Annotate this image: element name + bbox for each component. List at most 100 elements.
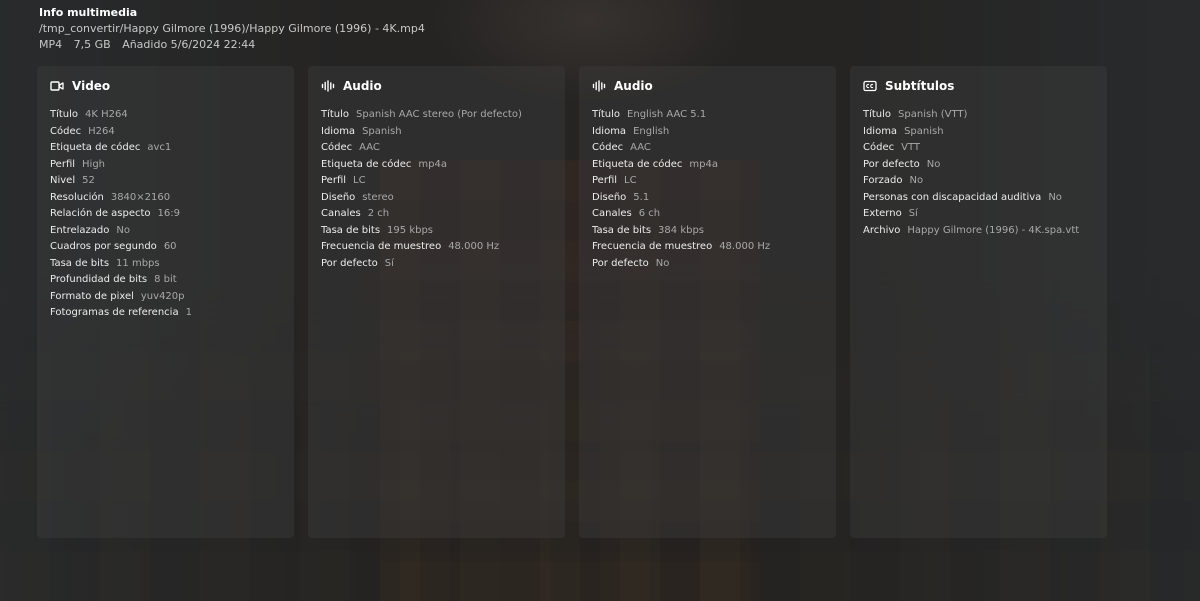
audio-stream-panel: Audio Título English AAC 5.1 Idioma Englis… (579, 66, 836, 538)
property-row: Canales 2 ch (321, 206, 553, 223)
property-value: No (926, 158, 941, 170)
property-label: Idioma (592, 125, 627, 137)
property-row: Relación de aspecto 16:9 (50, 206, 282, 223)
property-value: 48.000 Hz (448, 241, 500, 252)
property-row: Frecuencia de muestreo 48.000 Hz (592, 239, 824, 256)
property-value: Spanish (904, 125, 944, 137)
property-row: Título 4K H264 (50, 107, 282, 124)
date-added: Añadido 5/6/2024 22:44 (122, 38, 256, 51)
file-path: /tmp_convertir/Happy Gilmore (1996)/Happ… (39, 22, 425, 35)
property-label: Relación de aspecto (50, 208, 151, 219)
property-row: Etiqueta de códec mp4a (592, 157, 824, 174)
property-label: Diseño (592, 191, 627, 203)
property-value: 6 ch (638, 208, 661, 219)
property-row: Códec AAC (321, 140, 553, 157)
subtitle-stream-panel: Subtítulos Título Spanish (VTT) Idioma Spa… (850, 66, 1107, 538)
property-label: Título (321, 109, 350, 120)
property-value: No (1048, 191, 1062, 203)
property-value: Sí (908, 208, 918, 219)
property-label: Tasa de bits (321, 224, 381, 236)
property-row: Perfil LC (592, 173, 824, 190)
property-row: Personas con discapacidad auditiva No (863, 190, 1095, 207)
property-label: Canales (592, 208, 632, 219)
property-row: Diseño 5.1 (592, 190, 824, 207)
property-value: avc1 (147, 142, 172, 153)
property-value: High (82, 158, 105, 170)
property-label: Forzado (863, 175, 903, 186)
panel-header: Video (50, 78, 282, 94)
property-label: Por defecto (863, 158, 920, 170)
property-row: Formato de pixel yuv420p (50, 289, 282, 306)
property-value: 1 (185, 307, 192, 318)
property-value: No (655, 257, 670, 269)
property-value: 3840×2160 (110, 191, 171, 203)
property-label: Título (863, 109, 892, 120)
property-row: Códec AAC (592, 140, 824, 157)
panel-header: Subtítulos (863, 78, 1095, 94)
property-list: Título Spanish (VTT) Idioma Spanish Códec V… (863, 107, 1095, 239)
audio-stream-panel: Audio Título Spanish AAC stereo (Por defe… (308, 66, 565, 538)
panel-title: Audio (614, 79, 653, 93)
property-row: Perfil LC (321, 173, 553, 190)
property-value: mp4a (689, 158, 718, 170)
property-row: Profundidad de bits 8 bit (50, 272, 282, 289)
property-label: Formato de pixel (50, 290, 134, 302)
property-value: 384 kbps (658, 224, 705, 236)
property-label: Título (592, 109, 621, 120)
property-label: Profundidad de bits (50, 274, 148, 285)
stream-panels: Video Título 4K H264 Códec H264 Etiqueta d… (37, 66, 1107, 538)
property-value: 195 kbps (387, 224, 434, 236)
property-value: 52 (82, 175, 95, 186)
property-row: Códec VTT (863, 140, 1095, 157)
property-row: Diseño stereo (321, 190, 553, 207)
property-row: Cuadros por segundo 60 (50, 239, 282, 256)
property-value: 48.000 Hz (719, 241, 771, 252)
property-label: Canales (321, 208, 361, 219)
property-value: 2 ch (367, 208, 390, 219)
property-value: AAC (630, 142, 651, 153)
property-label: Tasa de bits (592, 224, 652, 236)
property-label: Archivo (863, 224, 901, 236)
media-info-header: Info multimedia /tmp_convertir/Happy Gil… (39, 6, 425, 53)
property-label: Título (50, 109, 79, 120)
property-value: VTT (901, 142, 920, 153)
property-label: Por defecto (592, 257, 649, 269)
property-row: Etiqueta de códec mp4a (321, 157, 553, 174)
property-label: Idioma (321, 125, 356, 137)
property-value: mp4a (418, 158, 447, 170)
property-label: Códec (321, 142, 353, 153)
file-format: MP4 (39, 38, 63, 51)
property-row: Resolución 3840×2160 (50, 190, 282, 207)
property-value: Spanish (362, 125, 402, 137)
property-row: Etiqueta de códec avc1 (50, 140, 282, 157)
property-row: Frecuencia de muestreo 48.000 Hz (321, 239, 553, 256)
audio-waveform-icon (321, 79, 335, 93)
property-row: Título English AAC 5.1 (592, 107, 824, 124)
property-row: Tasa de bits 195 kbps (321, 223, 553, 240)
property-row: Tasa de bits 11 mbps (50, 256, 282, 273)
property-value: H264 (88, 125, 115, 137)
property-label: Idioma (863, 125, 898, 137)
video-stream-panel: Video Título 4K H264 Códec H264 Etiqueta d… (37, 66, 294, 538)
property-value: Spanish (VTT) (898, 109, 968, 120)
property-label: Etiqueta de códec (50, 142, 141, 153)
file-meta: MP4 7,5 GB Añadido 5/6/2024 22:44 (39, 37, 425, 53)
property-row: Título Spanish (VTT) (863, 107, 1095, 124)
property-list: Título 4K H264 Códec H264 Etiqueta de códe… (50, 107, 282, 322)
property-label: Etiqueta de códec (321, 158, 412, 170)
property-label: Fotogramas de referencia (50, 307, 179, 318)
property-row: Entrelazado No (50, 223, 282, 240)
property-label: Diseño (321, 191, 356, 203)
property-label: Entrelazado (50, 224, 110, 236)
property-value: English AAC 5.1 (627, 109, 707, 120)
panel-header: Audio (321, 78, 553, 94)
property-value: LC (353, 175, 366, 186)
property-label: Perfil (592, 175, 618, 186)
property-label: Perfil (50, 158, 76, 170)
property-value: Spanish AAC stereo (Por defecto) (356, 109, 522, 120)
audio-waveform-icon (592, 79, 606, 93)
video-camera-icon (50, 79, 64, 93)
property-row: Externo Sí (863, 206, 1095, 223)
property-value: No (116, 224, 130, 236)
property-value: English (633, 125, 670, 137)
